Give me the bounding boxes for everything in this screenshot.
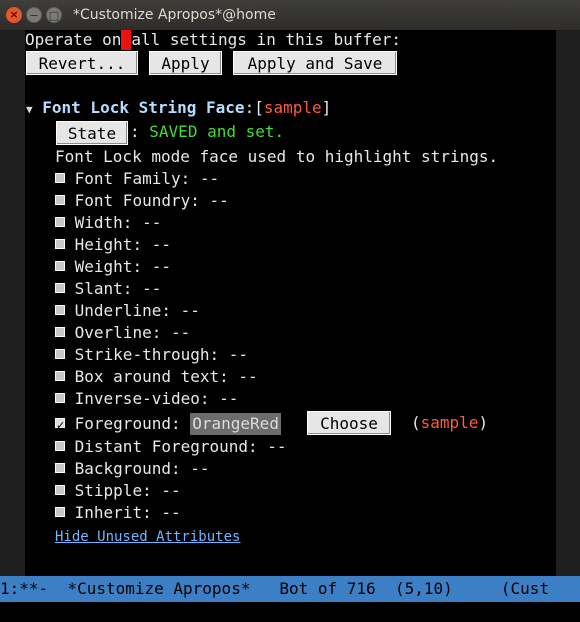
attribute-row: Underline: -- xyxy=(55,301,200,321)
customize-buffer[interactable]: Operate on all settings in this buffer: R… xyxy=(25,30,556,576)
attribute-label: Distant Foreground: -- xyxy=(74,437,287,456)
attribute-row: Width: -- xyxy=(55,213,161,233)
operate-suffix: all settings in this buffer: xyxy=(131,30,402,49)
attribute-label: Box around text: -- xyxy=(74,367,258,386)
foreground-sample: (sample) xyxy=(411,413,488,433)
foreground-value-field[interactable]: OrangeRed xyxy=(190,413,281,435)
hide-unused-attributes-link[interactable]: Hide Unused Attributes xyxy=(55,529,240,545)
minibuffer[interactable] xyxy=(0,602,580,622)
face-close-bracket: ] xyxy=(321,98,332,117)
attribute-checkbox[interactable] xyxy=(55,349,65,359)
attribute-checkbox[interactable] xyxy=(55,327,65,337)
apply-button[interactable]: Apply xyxy=(149,51,222,75)
face-name[interactable]: Font Lock String Face xyxy=(42,98,244,117)
operate-prefix: Operate on xyxy=(25,30,122,49)
attribute-label: Slant: -- xyxy=(74,279,162,298)
attribute-row: Strike-through: -- xyxy=(55,345,248,365)
attribute-row: Slant: -- xyxy=(55,279,161,299)
attribute-checkbox[interactable] xyxy=(55,239,65,249)
attribute-row: Box around text: -- xyxy=(55,367,258,387)
revert-button[interactable]: Revert... xyxy=(26,51,138,75)
sample-open-paren: ( xyxy=(411,413,421,432)
face-header: ▼ Font Lock String Face:[sample] xyxy=(26,98,331,118)
attribute-checkbox[interactable] xyxy=(55,195,65,205)
attribute-label: Width: -- xyxy=(74,213,162,232)
attribute-row: Distant Foreground: -- xyxy=(55,437,287,457)
attribute-label: Inverse-video: -- xyxy=(74,389,239,408)
sample-close-paren: ) xyxy=(478,413,489,432)
attribute-label: Font Family: -- xyxy=(74,169,220,188)
attribute-label: Underline: -- xyxy=(74,301,200,320)
attribute-checkbox[interactable] xyxy=(55,261,65,271)
choose-button[interactable]: Choose xyxy=(307,411,391,435)
attribute-label: Height: -- xyxy=(74,235,171,254)
state-button[interactable]: State xyxy=(56,121,128,145)
attribute-label: Strike-through: -- xyxy=(74,345,249,364)
attribute-row: Inverse-video: -- xyxy=(55,389,238,409)
state-line: : SAVED and set. xyxy=(130,122,284,142)
attribute-row: Overline: -- xyxy=(55,323,190,343)
foreground-sample-text: sample xyxy=(420,413,479,432)
window-title: *Customize Apropos*@home xyxy=(73,7,276,23)
attribute-row: Font Foundry: -- xyxy=(55,191,229,211)
state-text: SAVED and set. xyxy=(149,122,285,141)
attribute-checkbox[interactable] xyxy=(55,217,65,227)
close-window-button[interactable]: × xyxy=(6,7,22,23)
attribute-label: Background: -- xyxy=(74,459,210,478)
mode-line: 1:**- *Customize Apropos* Bot of 716 (5,… xyxy=(0,576,580,602)
title-bar: × − □ *Customize Apropos*@home xyxy=(0,0,580,30)
attribute-label: Overline: -- xyxy=(74,323,191,342)
attribute-row: Weight: -- xyxy=(55,257,171,277)
collapse-triangle-icon[interactable]: ▼ xyxy=(26,103,33,116)
face-sample: sample xyxy=(263,98,322,117)
attribute-row: Background: -- xyxy=(55,459,210,479)
operate-line: Operate on all settings in this buffer: xyxy=(25,30,401,50)
hide-attrs-row: Hide Unused Attributes xyxy=(55,526,240,546)
left-fringe xyxy=(0,30,25,576)
state-separator: : xyxy=(130,122,140,141)
attribute-checkbox[interactable] xyxy=(55,393,65,403)
apply-and-save-button[interactable]: Apply and Save xyxy=(233,51,397,75)
attribute-label: Stipple: -- xyxy=(74,481,181,500)
attribute-label: Inherit: -- xyxy=(74,503,181,522)
right-fringe xyxy=(556,30,580,576)
maximize-window-button[interactable]: □ xyxy=(46,7,62,23)
face-colon-bracket: :[ xyxy=(244,98,264,117)
attribute-row: Font Family: -- xyxy=(55,169,219,189)
attribute-row: Height: -- xyxy=(55,235,171,255)
minimize-window-button[interactable]: − xyxy=(26,7,42,23)
text-cursor xyxy=(121,30,132,50)
attribute-checkbox[interactable] xyxy=(55,485,65,495)
foreground-checkbox[interactable] xyxy=(55,414,65,438)
attribute-checkbox[interactable] xyxy=(55,463,65,473)
attribute-row: Stipple: -- xyxy=(55,481,181,501)
attribute-row: Inherit: -- xyxy=(55,503,181,523)
attribute-checkbox[interactable] xyxy=(55,371,65,381)
attribute-label: Weight: -- xyxy=(74,257,171,276)
face-doc: Font Lock mode face used to highlight st… xyxy=(55,147,499,166)
foreground-label: Foreground: xyxy=(74,414,181,433)
attribute-checkbox[interactable] xyxy=(55,507,65,517)
attribute-checkbox[interactable] xyxy=(55,305,65,315)
attribute-label: Font Foundry: -- xyxy=(74,191,229,210)
attribute-checkbox[interactable] xyxy=(55,173,65,183)
attribute-checkbox[interactable] xyxy=(55,283,65,293)
attribute-checkbox[interactable] xyxy=(55,441,65,451)
foreground-row: Foreground: OrangeRed xyxy=(55,412,281,438)
